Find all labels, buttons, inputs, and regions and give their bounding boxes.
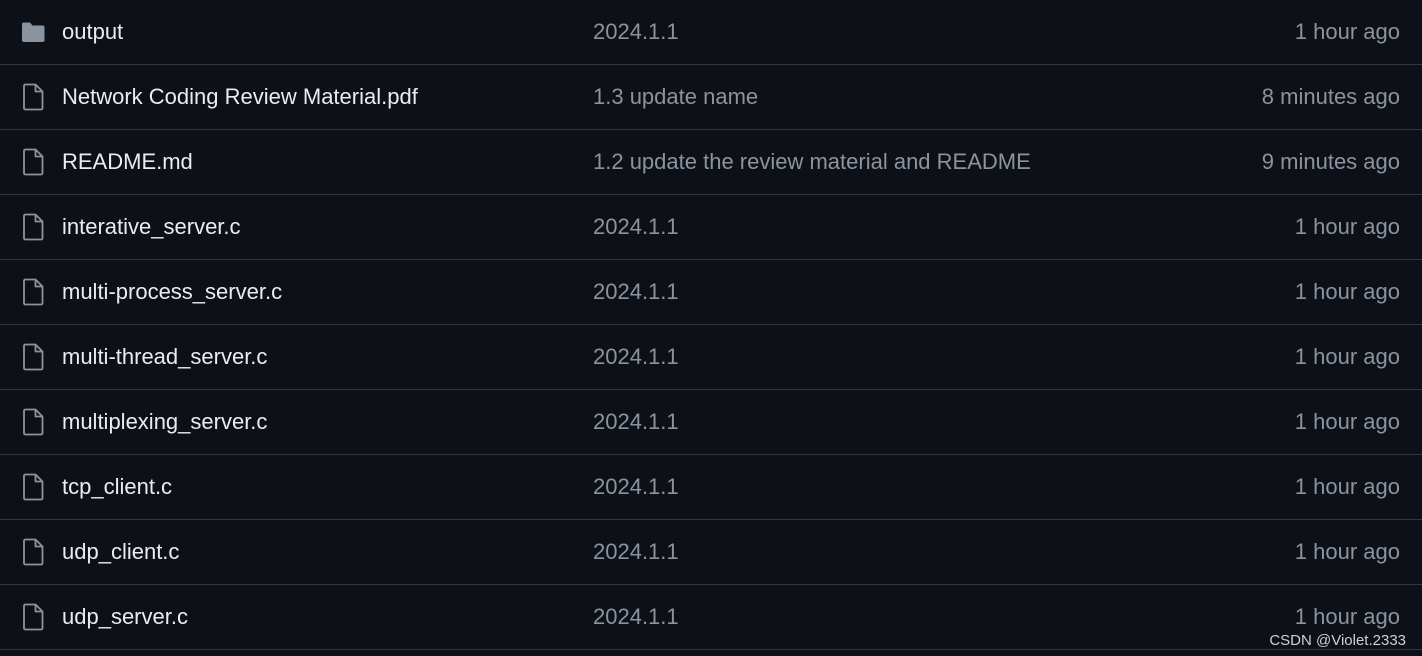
file-row[interactable]: multi-process_server.c 2024.1.1 1 hour a… <box>0 260 1422 325</box>
file-icon <box>23 83 44 111</box>
commit-time: 1 hour ago <box>1294 474 1400 499</box>
commit-message[interactable]: 2024.1.1 <box>593 260 679 324</box>
commit-time: 1 hour ago <box>1294 279 1400 304</box>
commit-time: 1 hour ago <box>1294 409 1400 434</box>
commit-message[interactable]: 2024.1.1 <box>593 0 679 64</box>
file-name[interactable]: Network Coding Review Material.pdf <box>62 65 418 129</box>
file-name[interactable]: udp_client.c <box>62 520 179 584</box>
file-icon <box>23 473 44 501</box>
file-row[interactable]: multi-thread_server.c 2024.1.1 1 hour ag… <box>0 325 1422 390</box>
commit-time: 1 hour ago <box>1294 214 1400 239</box>
file-row[interactable]: interative_server.c 2024.1.1 1 hour ago <box>0 195 1422 260</box>
file-row[interactable]: tcp_client.c 2024.1.1 1 hour ago <box>0 455 1422 520</box>
file-row[interactable]: udp_client.c 2024.1.1 1 hour ago <box>0 520 1422 585</box>
commit-message[interactable]: 2024.1.1 <box>593 520 679 584</box>
commit-message[interactable]: 2024.1.1 <box>593 390 679 454</box>
commit-message[interactable]: 2024.1.1 <box>593 585 679 649</box>
commit-message[interactable]: 1.2 update the review material and READM… <box>593 130 1031 194</box>
file-icon <box>23 278 44 306</box>
commit-time: 1 hour ago <box>1294 344 1400 369</box>
file-name[interactable]: output <box>62 0 123 64</box>
file-row[interactable]: README.md 1.2 update the review material… <box>0 130 1422 195</box>
file-name[interactable]: multi-process_server.c <box>62 260 282 324</box>
commit-message[interactable]: 1.3 update name <box>593 65 758 129</box>
file-name[interactable]: udp_server.c <box>62 585 188 649</box>
file-name[interactable]: tcp_client.c <box>62 455 172 519</box>
file-name[interactable]: README.md <box>62 130 193 194</box>
file-icon <box>23 408 44 436</box>
file-icon <box>23 343 44 371</box>
commit-time: 9 minutes ago <box>1261 149 1400 174</box>
commit-time: 8 minutes ago <box>1261 84 1400 109</box>
file-row[interactable]: Network Coding Review Material.pdf 1.3 u… <box>0 65 1422 130</box>
folder-icon <box>22 22 45 42</box>
commit-time: 1 hour ago <box>1294 19 1400 44</box>
commit-message[interactable]: 2024.1.1 <box>593 325 679 389</box>
file-icon <box>23 213 44 241</box>
file-icon <box>23 538 44 566</box>
file-icon <box>23 148 44 176</box>
commit-message[interactable]: 2024.1.1 <box>593 195 679 259</box>
commit-time: 1 hour ago <box>1294 539 1400 564</box>
file-row[interactable]: multiplexing_server.c 2024.1.1 1 hour ag… <box>0 390 1422 455</box>
watermark: CSDN @Violet.2333 <box>1269 632 1406 649</box>
file-name[interactable]: multi-thread_server.c <box>62 325 267 389</box>
file-name[interactable]: multiplexing_server.c <box>62 390 267 454</box>
commit-message[interactable]: 2024.1.1 <box>593 455 679 519</box>
file-list: output 2024.1.1 1 hour ago Network Codin… <box>0 0 1422 650</box>
file-name[interactable]: interative_server.c <box>62 195 241 259</box>
file-icon <box>23 603 44 631</box>
file-row[interactable]: udp_server.c 2024.1.1 1 hour ago <box>0 585 1422 650</box>
file-row[interactable]: output 2024.1.1 1 hour ago <box>0 0 1422 65</box>
